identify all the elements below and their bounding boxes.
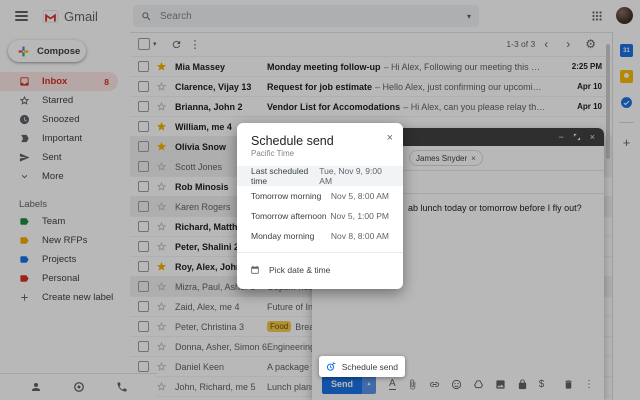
dialog-close-icon[interactable]: × [387,133,393,144]
dialog-options: Last scheduled time Tue, Nov 9, 9:00 AM … [237,166,403,246]
schedule-option[interactable]: Monday morning Nov 8, 8:00 AM [237,226,403,246]
pick-date-time-option[interactable]: Pick date & time [237,259,403,281]
calendar-pick-icon [250,265,260,275]
schedule-send-icon [326,361,337,372]
dialog-divider [237,252,403,253]
schedule-send-dialog: Schedule send Pacific Time × Last schedu… [237,123,403,289]
schedule-option[interactable]: Tomorrow afternoon Nov 5, 1:00 PM [237,206,403,226]
dialog-title: Schedule send [237,134,403,148]
schedule-option[interactable]: Tomorrow morning Nov 5, 8:00 AM [237,186,403,206]
gmail-app: Gmail Search ▾ Compose Inbox 8 Starred S… [0,0,640,400]
dialog-timezone: Pacific Time [237,148,403,166]
schedule-send-menu-label: Schedule send [342,362,398,372]
schedule-send-menu-item[interactable]: Schedule send [319,356,405,377]
pick-date-time-label: Pick date & time [269,265,330,275]
schedule-option[interactable]: Last scheduled time Tue, Nov 9, 9:00 AM [237,166,403,186]
